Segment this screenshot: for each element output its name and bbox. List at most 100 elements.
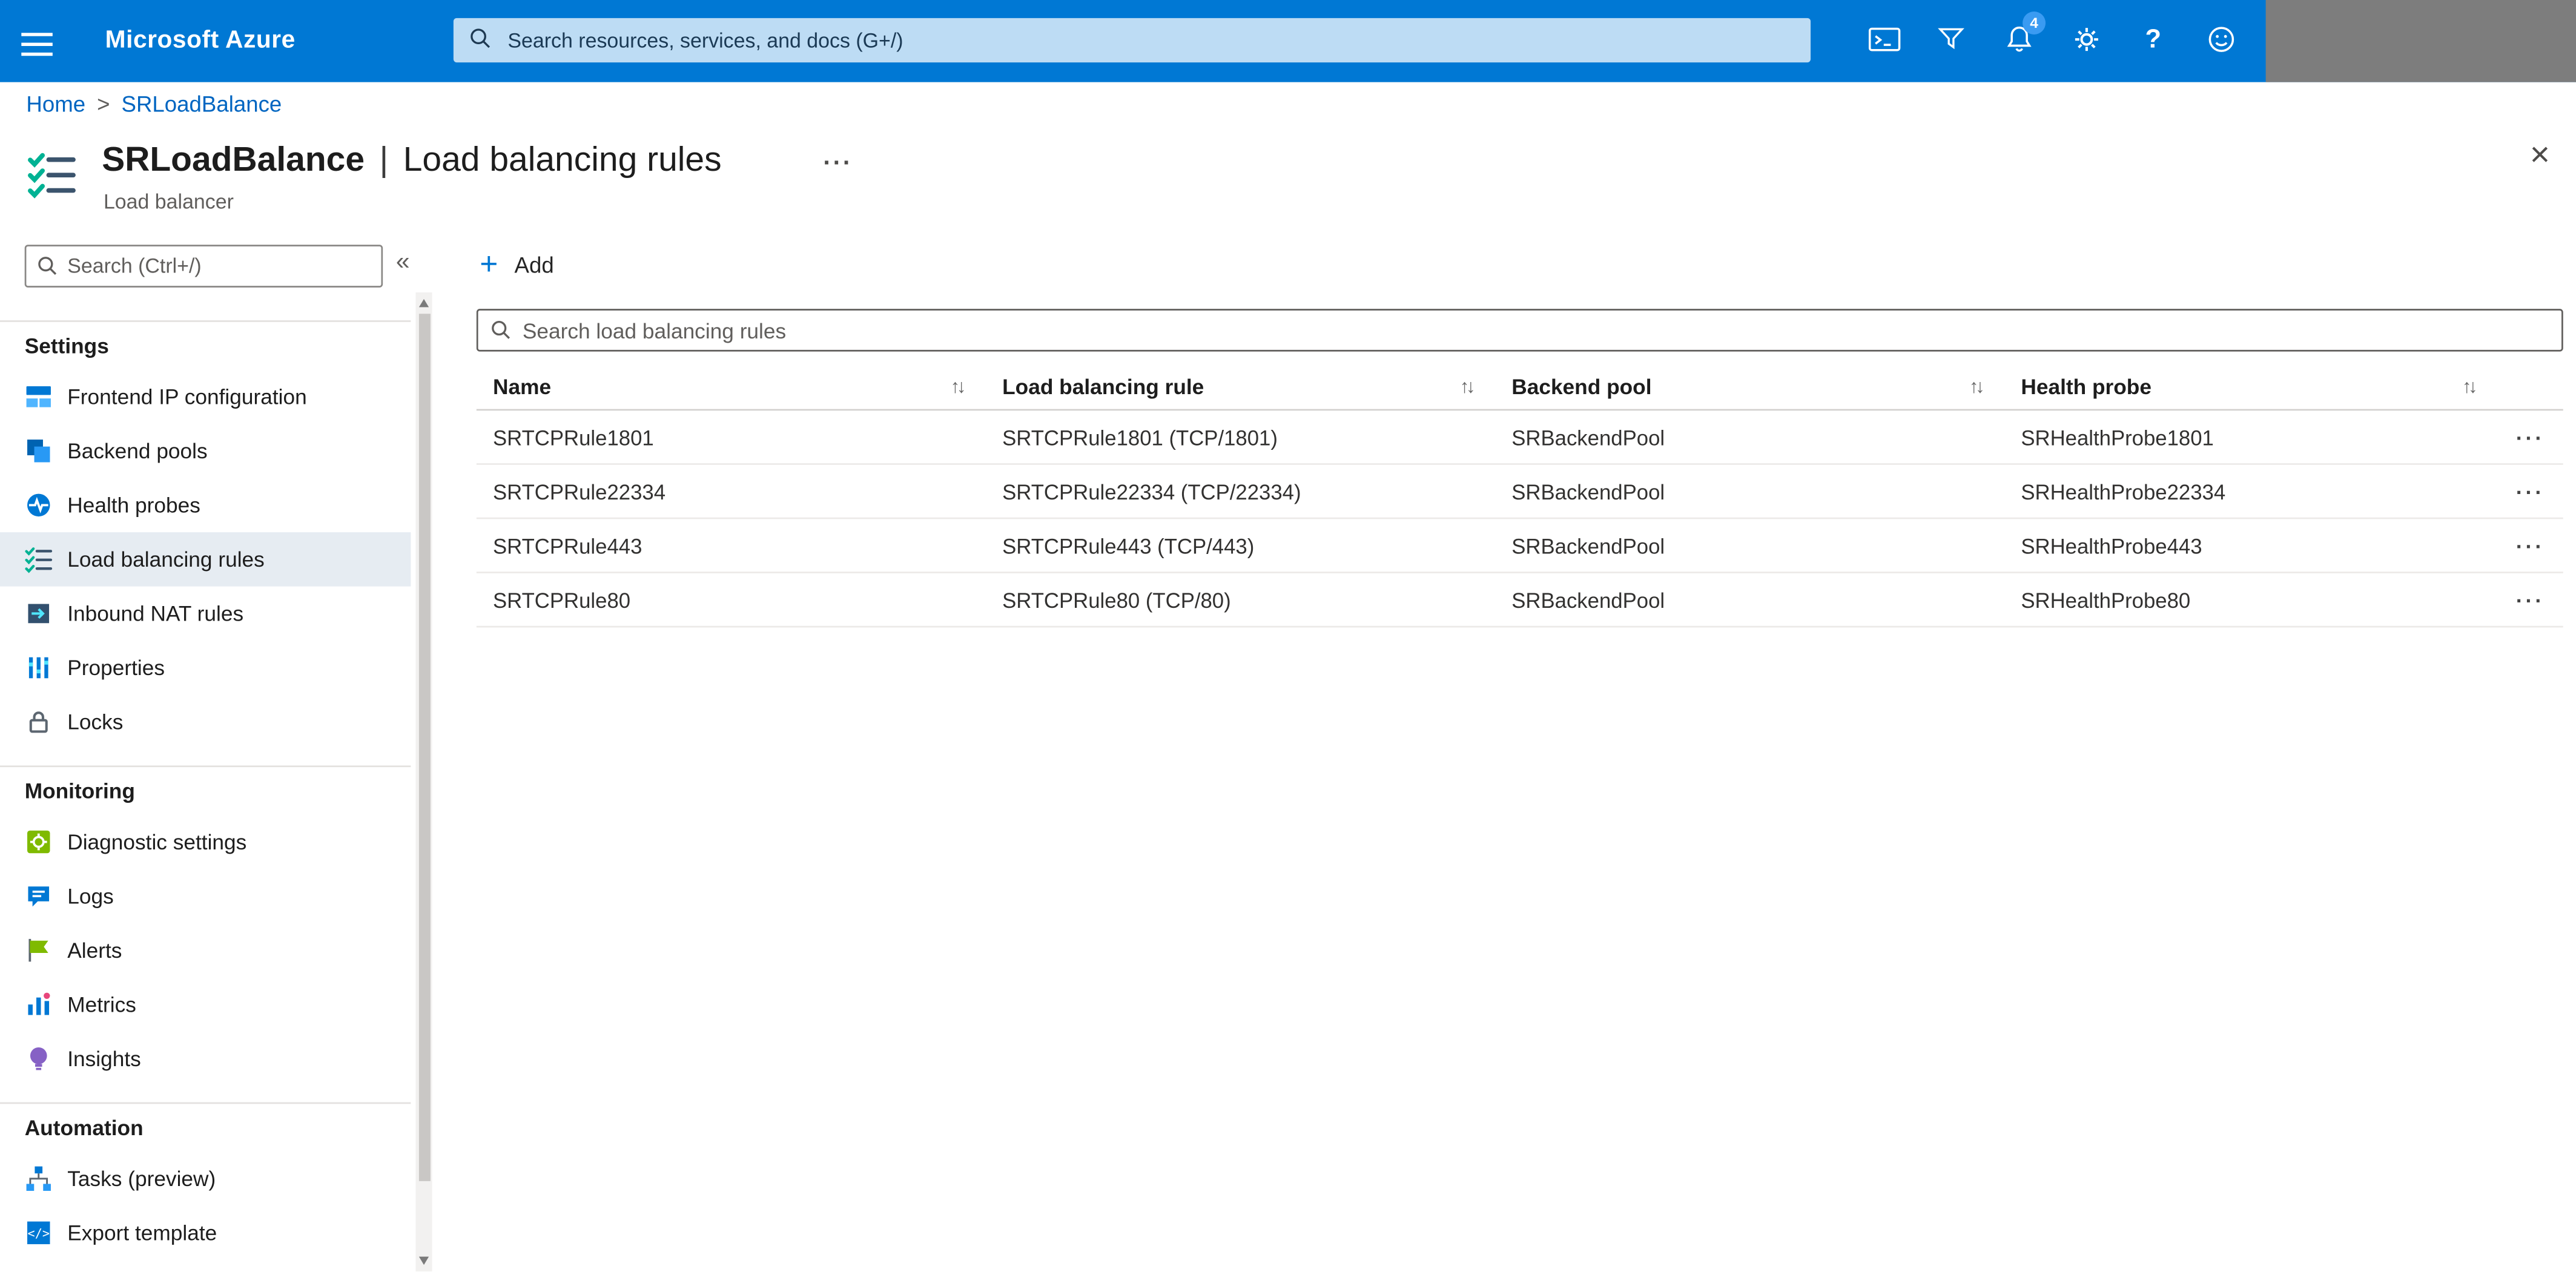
logs-icon xyxy=(25,882,53,910)
sidebar-item-frontend-ip-configuration[interactable]: Frontend IP configuration xyxy=(0,369,411,424)
resource-name: SRLoadBalance xyxy=(102,141,365,179)
column-header-load-balancing-rule[interactable]: Load balancing rule ↑↓ xyxy=(986,375,1495,400)
sort-icon[interactable]: ↑↓ xyxy=(951,377,966,397)
global-search[interactable] xyxy=(453,18,1811,63)
collapse-menu-button[interactable]: « xyxy=(396,248,410,276)
title-separator: | xyxy=(379,141,389,179)
column-header-name[interactable]: Name ↑↓ xyxy=(477,375,986,400)
sort-icon[interactable]: ↑↓ xyxy=(2462,377,2477,397)
row-more-button[interactable]: ··· xyxy=(2516,587,2545,612)
cell-rule: SRTCPRule443 (TCP/443) xyxy=(1002,533,1255,558)
notifications-button[interactable]: 4 xyxy=(1985,0,2052,82)
table-row[interactable]: SRTCPRule443 SRTCPRule443 (TCP/443) SRBa… xyxy=(476,519,2563,573)
metrics-icon xyxy=(25,990,53,1018)
scrollbar-down-arrow[interactable] xyxy=(418,1257,429,1266)
global-search-input[interactable] xyxy=(507,28,1796,52)
section-header-automation: Automation xyxy=(0,1102,411,1152)
table-row[interactable]: SRTCPRule80 SRTCPRule80 (TCP/80) SRBacke… xyxy=(476,573,2563,628)
sidebar-item-locks[interactable]: Locks xyxy=(0,695,411,750)
sidebar-item-diagnostic-settings[interactable]: Diagnostic settings xyxy=(0,815,411,869)
sidebar-scrollbar[interactable] xyxy=(415,292,432,1272)
sidebar-item-alerts[interactable]: Alerts xyxy=(0,923,411,978)
section-header-settings: Settings xyxy=(0,320,411,369)
sort-icon[interactable]: ↑↓ xyxy=(1460,377,1475,397)
gear-icon xyxy=(2069,22,2102,60)
export-template-icon: </> xyxy=(25,1219,53,1247)
resource-menu: « Settings Frontend IP configuration Bac… xyxy=(0,229,414,1272)
page-header: SRLoadBalance | Load balancing rules ··· L… xyxy=(25,138,2557,227)
cell-rule: SRTCPRule22334 (TCP/22334) xyxy=(1002,478,1301,504)
account-area-redacted[interactable] xyxy=(2265,0,2576,82)
rules-table: Name ↑↓ Load balancing rule ↑↓ Backend p… xyxy=(476,364,2563,628)
breadcrumb-separator: > xyxy=(97,91,110,117)
sidebar-item-label: Properties xyxy=(67,655,165,680)
title-more-button[interactable]: ··· xyxy=(823,150,853,177)
backend-pools-icon xyxy=(25,437,53,465)
directory-filter-icon xyxy=(1935,23,1967,59)
sidebar-item-label: Health probes xyxy=(67,492,200,518)
cell-name: SRTCPRule80 xyxy=(492,587,631,612)
azure-portal: Microsoft Azure 4 xyxy=(0,0,2576,1272)
sidebar-item-inbound-nat-rules[interactable]: Inbound NAT rules xyxy=(0,587,411,641)
cloud-shell-icon xyxy=(1868,22,1900,60)
sidebar-nav: Settings Frontend IP configuration Backe… xyxy=(0,304,411,1260)
sidebar-item-label: Load balancing rules xyxy=(67,547,265,572)
row-more-button[interactable]: ··· xyxy=(2516,479,2545,504)
sidebar-item-properties[interactable]: Properties xyxy=(0,641,411,695)
breadcrumb-home-link[interactable]: Home xyxy=(26,92,85,117)
breadcrumb-current-link[interactable]: SRLoadBalance xyxy=(122,92,282,117)
column-header-health-probe[interactable]: Health probe ↑↓ xyxy=(2004,375,2497,400)
table-row[interactable]: SRTCPRule22334 SRTCPRule22334 (TCP/22334… xyxy=(476,464,2563,519)
breadcrumb: Home > SRLoadBalance xyxy=(26,92,282,117)
close-blade-button[interactable]: × xyxy=(2530,138,2550,173)
directories-filter-button[interactable] xyxy=(1917,0,1984,82)
sidebar-item-label: Logs xyxy=(67,883,114,909)
sidebar-item-tasks-preview[interactable]: Tasks (preview) xyxy=(0,1152,411,1206)
add-rule-label: Add xyxy=(514,252,554,277)
scrollbar-thumb[interactable] xyxy=(418,314,430,1181)
sidebar-item-label: Tasks (preview) xyxy=(67,1166,216,1191)
sidebar-item-metrics[interactable]: Metrics xyxy=(0,977,411,1032)
lock-icon xyxy=(25,708,53,736)
help-button[interactable]: ? xyxy=(2119,0,2187,82)
frontend-ip-configuration-icon xyxy=(25,383,53,410)
rules-search-input[interactable] xyxy=(522,318,2551,343)
table-header: Name ↑↓ Load balancing rule ↑↓ Backend p… xyxy=(476,364,2563,411)
settings-button[interactable] xyxy=(2052,0,2119,82)
sidebar-item-label: Inbound NAT rules xyxy=(67,601,244,626)
sidebar-search[interactable] xyxy=(24,245,383,288)
sidebar-item-backend-pools[interactable]: Backend pools xyxy=(0,424,411,478)
properties-icon xyxy=(25,654,53,682)
sidebar-item-export-template[interactable]: </> Export template xyxy=(0,1206,411,1260)
section-header-monitoring: Monitoring xyxy=(0,765,411,814)
hamburger-menu-button[interactable] xyxy=(16,21,59,61)
load-balancing-rules-icon xyxy=(25,545,53,573)
sidebar-item-label: Export template xyxy=(67,1220,217,1245)
sidebar-item-load-balancing-rules[interactable]: Load balancing rules xyxy=(0,532,411,587)
cell-rule: SRTCPRule80 (TCP/80) xyxy=(1002,587,1231,612)
cell-name: SRTCPRule443 xyxy=(492,533,642,558)
sidebar-item-label: Diagnostic settings xyxy=(67,829,247,854)
cell-backend-pool: SRBackendPool xyxy=(1511,478,1665,504)
sidebar-item-health-probes[interactable]: Health probes xyxy=(0,478,411,533)
feedback-button[interactable] xyxy=(2187,0,2254,82)
row-more-button[interactable]: ··· xyxy=(2516,533,2545,558)
inbound-nat-rules-icon xyxy=(25,599,53,627)
add-rule-button[interactable]: + Add xyxy=(480,243,553,286)
sidebar-item-logs[interactable]: Logs xyxy=(0,869,411,923)
sort-icon[interactable]: ↑↓ xyxy=(1969,377,1984,397)
column-header-backend-pool[interactable]: Backend pool ↑↓ xyxy=(1495,375,2004,400)
table-row[interactable]: SRTCPRule1801 SRTCPRule1801 (TCP/1801) S… xyxy=(476,410,2563,465)
rules-search[interactable] xyxy=(476,309,2563,352)
cloud-shell-button[interactable] xyxy=(1850,0,1917,82)
cell-health-probe: SRHealthProbe1801 xyxy=(2021,424,2214,450)
diagnostic-settings-icon xyxy=(25,828,53,856)
sidebar-search-input[interactable] xyxy=(67,254,372,278)
row-more-button[interactable]: ··· xyxy=(2516,424,2545,449)
sidebar-item-label: Frontend IP configuration xyxy=(67,384,307,409)
sidebar-item-insights[interactable]: Insights xyxy=(0,1032,411,1086)
azure-brand[interactable]: Microsoft Azure xyxy=(105,0,296,82)
scrollbar-up-arrow[interactable] xyxy=(418,298,429,308)
plus-icon: + xyxy=(480,247,498,282)
insights-icon xyxy=(25,1045,53,1073)
